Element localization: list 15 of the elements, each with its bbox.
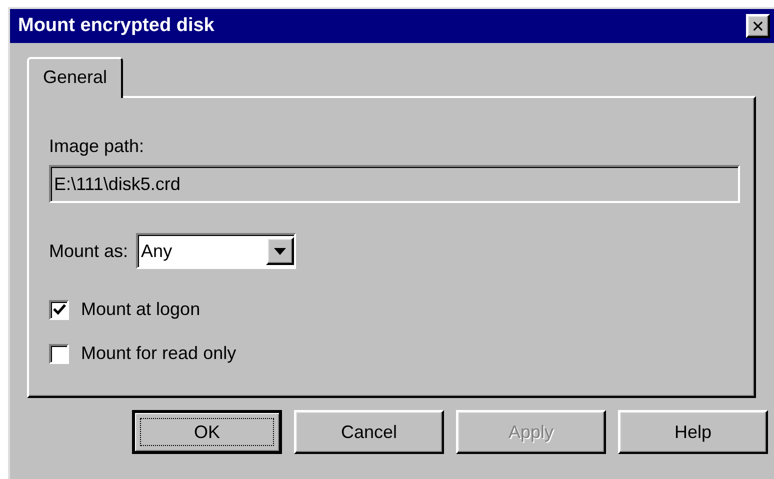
checkbox[interactable]	[49, 344, 69, 364]
caret-icon	[266, 237, 294, 265]
field-label: Mount as:	[49, 240, 128, 262]
checkbox-label: Mount at logon	[81, 299, 200, 320]
checkmark-icon	[52, 304, 66, 316]
tab[interactable]: General	[27, 57, 124, 98]
checkbox[interactable]	[49, 300, 69, 320]
field-label: Image path:	[49, 136, 146, 157]
window-title: Mount encrypted disk	[18, 15, 214, 37]
dialog-button[interactable]: OK	[132, 410, 282, 454]
dropdown[interactable]: Any	[136, 233, 296, 269]
close-button[interactable]: ✕	[746, 14, 770, 38]
checkbox-label: Mount for read only	[81, 343, 236, 364]
dialog-button[interactable]: Help	[618, 410, 768, 454]
dialog-button[interactable]: Cancel	[294, 410, 444, 454]
